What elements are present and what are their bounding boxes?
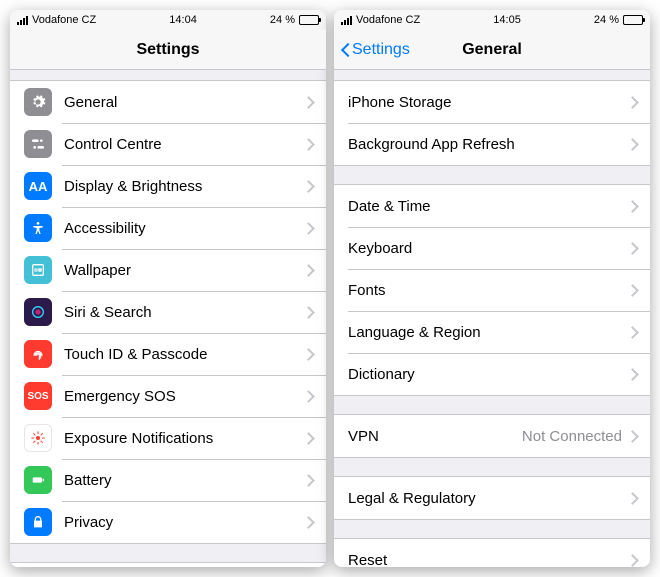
chevron-right-icon — [304, 516, 312, 528]
access-icon — [24, 214, 52, 242]
row-label: Touch ID & Passcode — [64, 346, 304, 363]
privacy-icon — [24, 508, 52, 536]
row-label: Keyboard — [348, 240, 628, 257]
chevron-right-icon — [304, 138, 312, 150]
chevron-left-icon — [340, 42, 350, 58]
gear-icon — [24, 88, 52, 116]
carrier-label: Vodafone CZ — [356, 14, 420, 26]
wallpaper-icon — [24, 256, 52, 284]
signal-icon — [17, 16, 28, 25]
back-button[interactable]: Settings — [340, 41, 410, 59]
row-label: Exposure Notifications — [64, 430, 304, 447]
row-label: Reset — [348, 552, 628, 568]
chevron-right-icon — [628, 242, 636, 254]
battery-icon — [24, 466, 52, 494]
chevron-right-icon — [304, 264, 312, 276]
status-time: 14:05 — [493, 14, 521, 26]
row-language-region[interactable]: Language & Region — [334, 311, 650, 353]
row-iphone-storage[interactable]: iPhone Storage — [334, 81, 650, 123]
battery-icon — [623, 15, 643, 25]
chevron-right-icon — [628, 326, 636, 338]
status-bar: Vodafone CZ 14:04 24 % — [10, 10, 326, 30]
page-title: General — [462, 41, 522, 59]
touchid-icon — [24, 340, 52, 368]
row-accessibility[interactable]: Accessibility — [10, 207, 326, 249]
row-emergency-sos[interactable]: SOS Emergency SOS — [10, 375, 326, 417]
row-label: General — [64, 94, 304, 111]
row-label: Background App Refresh — [348, 136, 628, 153]
chevron-right-icon — [304, 348, 312, 360]
status-time: 14:04 — [169, 14, 197, 26]
row-itunes-app-store[interactable]: iTunes & App Store — [10, 563, 326, 567]
switches-icon — [24, 130, 52, 158]
row-privacy[interactable]: Privacy — [10, 501, 326, 543]
chevron-right-icon — [628, 284, 636, 296]
row-label: Siri & Search — [64, 304, 304, 321]
row-dictionary[interactable]: Dictionary — [334, 353, 650, 395]
chevron-right-icon — [628, 430, 636, 442]
chevron-right-icon — [304, 432, 312, 444]
chevron-right-icon — [304, 222, 312, 234]
phone-settings: Vodafone CZ 14:04 24 % Settings General C… — [10, 10, 326, 567]
row-siri-search[interactable]: Siri & Search — [10, 291, 326, 333]
chevron-right-icon — [628, 492, 636, 504]
status-bar: Vodafone CZ 14:05 24 % — [334, 10, 650, 30]
row-label: Privacy — [64, 514, 304, 531]
row-battery[interactable]: Battery — [10, 459, 326, 501]
row-date-time[interactable]: Date & Time — [334, 185, 650, 227]
row-label: Accessibility — [64, 220, 304, 237]
row-label: Language & Region — [348, 324, 628, 341]
row-general[interactable]: General — [10, 81, 326, 123]
row-vpn[interactable]: VPNNot Connected — [334, 415, 650, 457]
row-label: Wallpaper — [64, 262, 304, 279]
aa-icon: AA — [24, 172, 52, 200]
chevron-right-icon — [304, 180, 312, 192]
row-label: VPN — [348, 428, 522, 445]
row-touch-id[interactable]: Touch ID & Passcode — [10, 333, 326, 375]
row-exposure[interactable]: Exposure Notifications — [10, 417, 326, 459]
row-label: Emergency SOS — [64, 388, 304, 405]
signal-icon — [341, 16, 352, 25]
page-title: Settings — [136, 41, 199, 59]
row-label: Display & Brightness — [64, 178, 304, 195]
row-legal-regulatory[interactable]: Legal & Regulatory — [334, 477, 650, 519]
battery-icon — [299, 15, 319, 25]
row-label: Legal & Regulatory — [348, 490, 628, 507]
row-value: Not Connected — [522, 428, 622, 445]
chevron-right-icon — [628, 554, 636, 566]
chevron-right-icon — [304, 96, 312, 108]
carrier-label: Vodafone CZ — [32, 14, 96, 26]
general-list[interactable]: iPhone Storage Background App Refresh Date… — [334, 70, 650, 567]
back-label: Settings — [352, 41, 410, 59]
row-control-centre[interactable]: Control Centre — [10, 123, 326, 165]
row-label: iPhone Storage — [348, 94, 628, 111]
row-label: Fonts — [348, 282, 628, 299]
siri-icon — [24, 298, 52, 326]
row-label: Dictionary — [348, 366, 628, 383]
chevron-right-icon — [628, 368, 636, 380]
row-keyboard[interactable]: Keyboard — [334, 227, 650, 269]
phone-general: Vodafone CZ 14:05 24 % Settings General … — [334, 10, 650, 567]
chevron-right-icon — [628, 96, 636, 108]
row-label: Battery — [64, 472, 304, 489]
battery-percent: 24 % — [270, 14, 295, 26]
chevron-right-icon — [628, 200, 636, 212]
nav-bar: Settings General — [334, 30, 650, 70]
nav-bar: Settings — [10, 30, 326, 70]
exposure-icon — [24, 424, 52, 452]
settings-list[interactable]: General Control Centre AA Display & Brightn… — [10, 70, 326, 567]
chevron-right-icon — [304, 306, 312, 318]
chevron-right-icon — [304, 474, 312, 486]
row-fonts[interactable]: Fonts — [334, 269, 650, 311]
chevron-right-icon — [628, 138, 636, 150]
row-reset[interactable]: Reset — [334, 539, 650, 567]
chevron-right-icon — [304, 390, 312, 402]
sos-icon: SOS — [24, 382, 52, 410]
row-label: Control Centre — [64, 136, 304, 153]
battery-percent: 24 % — [594, 14, 619, 26]
row-background-refresh[interactable]: Background App Refresh — [334, 123, 650, 165]
row-wallpaper[interactable]: Wallpaper — [10, 249, 326, 291]
row-label: Date & Time — [348, 198, 628, 215]
row-display-brightness[interactable]: AA Display & Brightness — [10, 165, 326, 207]
